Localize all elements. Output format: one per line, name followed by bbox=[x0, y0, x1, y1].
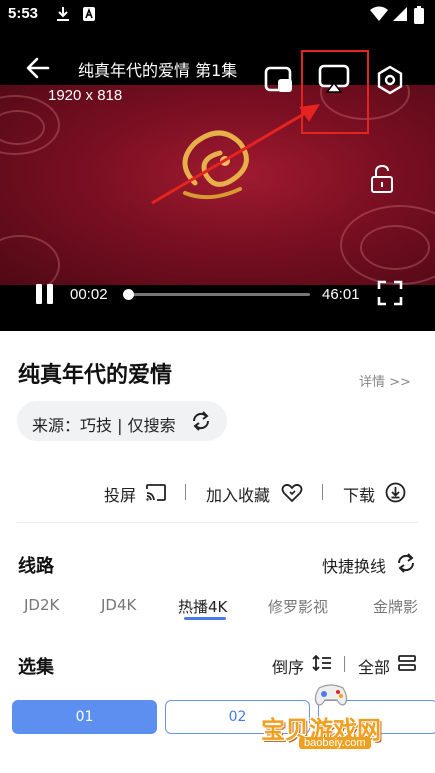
download-action-label[interactable]: 下载 bbox=[343, 482, 375, 506]
progress-knob[interactable] bbox=[123, 289, 135, 300]
duration-time: 46:01 bbox=[322, 286, 360, 303]
status-bar: 5:53 bbox=[0, 0, 435, 30]
route-tab[interactable]: JD2K bbox=[24, 596, 59, 614]
quick-switch-icon[interactable] bbox=[396, 553, 416, 577]
pause-icon[interactable] bbox=[34, 283, 56, 309]
dragon-logo-icon bbox=[182, 130, 249, 200]
route-tab[interactable]: JD4K bbox=[101, 596, 136, 614]
refresh-icon[interactable] bbox=[191, 411, 211, 435]
cloud-ornament bbox=[0, 235, 60, 285]
route-tab-indicator bbox=[184, 617, 226, 620]
episodes-title: 选集 bbox=[18, 657, 54, 678]
routes-title: 线路 bbox=[18, 556, 54, 577]
sort-order-icon[interactable] bbox=[312, 654, 332, 675]
all-episodes-button[interactable]: 全部 bbox=[358, 654, 390, 678]
quick-switch-button[interactable]: 快捷换线 bbox=[322, 553, 386, 577]
route-tab[interactable]: 金牌影 bbox=[373, 596, 418, 617]
show-title: 纯真年代的爱情 bbox=[18, 363, 173, 388]
site-watermark: 宝贝游戏网 baobeiy.com bbox=[255, 680, 405, 752]
route-tab-active[interactable]: 热播4K bbox=[178, 596, 227, 617]
episode-button-active[interactable]: 01 bbox=[12, 700, 157, 734]
source-label: 来源：巧技 | 仅搜索 bbox=[32, 416, 176, 435]
source-selector[interactable]: 来源：巧技 | 仅搜索 bbox=[17, 401, 227, 441]
picture-in-picture-icon[interactable] bbox=[264, 66, 294, 98]
lock-icon[interactable] bbox=[370, 164, 394, 198]
action-separator bbox=[322, 484, 323, 500]
status-time: 5:53 bbox=[8, 5, 39, 22]
details-link[interactable]: 详情 >> bbox=[359, 371, 411, 390]
cast-icon[interactable] bbox=[145, 483, 167, 507]
fullscreen-icon[interactable] bbox=[377, 280, 403, 310]
action-row: 投屏 加入收藏 下载 bbox=[0, 482, 435, 507]
download-icon bbox=[56, 6, 70, 26]
back-arrow-icon[interactable] bbox=[26, 57, 50, 83]
settings-icon[interactable] bbox=[376, 65, 404, 99]
action-separator bbox=[185, 484, 186, 500]
video-player[interactable]: 纯真年代的爱情 第1集 1920 x 818 00:02 46:01 bbox=[0, 30, 435, 331]
section-divider bbox=[17, 522, 418, 523]
sort-order-button[interactable]: 倒序 bbox=[272, 654, 304, 678]
watermark-url: baobeiy.com bbox=[299, 737, 371, 749]
cellular-signal-icon bbox=[392, 6, 408, 26]
grid-list-icon[interactable] bbox=[398, 655, 416, 675]
heart-icon[interactable] bbox=[281, 483, 303, 507]
battery-icon bbox=[414, 6, 424, 28]
player-title: 纯真年代的爱情 第1集 bbox=[78, 61, 238, 80]
cast-button-highlight bbox=[301, 50, 369, 134]
download-circle-icon[interactable] bbox=[385, 482, 406, 507]
cloud-ornament bbox=[360, 225, 430, 270]
route-tab[interactable]: 修罗影视 bbox=[268, 596, 328, 617]
cast-action-label[interactable]: 投屏 bbox=[104, 482, 136, 506]
progress-slider[interactable] bbox=[123, 289, 310, 300]
wifi-icon bbox=[370, 6, 388, 26]
favorite-action-label[interactable]: 加入收藏 bbox=[206, 482, 270, 506]
app-notification-icon bbox=[82, 6, 96, 26]
episode-separator bbox=[344, 656, 345, 672]
resolution-label: 1920 x 818 bbox=[48, 87, 123, 104]
gamepad-icon bbox=[313, 682, 349, 712]
current-time: 00:02 bbox=[70, 286, 108, 303]
